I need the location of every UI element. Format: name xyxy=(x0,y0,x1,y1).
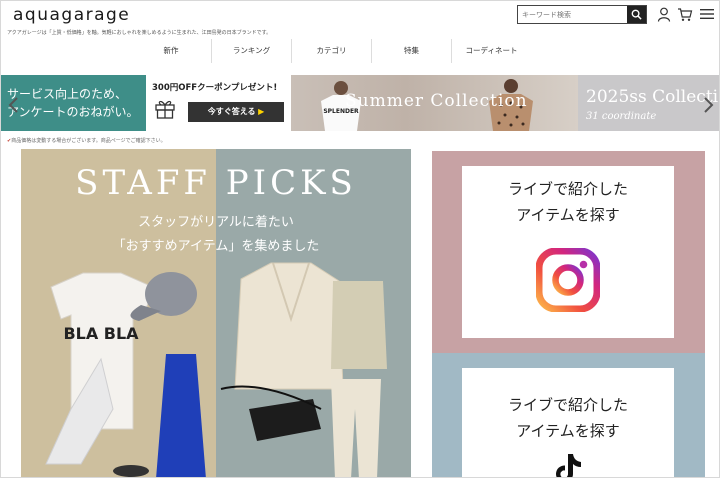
staff-picks-banner[interactable]: STAFF PICKS スタッフがリアルに着たい 「おすすめアイテム」を集めまし… xyxy=(21,149,411,477)
user-icon xyxy=(657,7,671,22)
nav-item-new[interactable]: 新作 xyxy=(131,39,211,63)
staff-picks-items-image: BLA BLA xyxy=(45,262,387,477)
collection-2025ss-banner[interactable]: 2025ss Collecti 31 coordinate xyxy=(578,75,719,131)
collection-subtitle: 31 coordinate xyxy=(586,111,657,122)
collection-title: 2025ss Collecti xyxy=(586,87,719,107)
instagram-live-panel[interactable]: ライブで紹介した アイテムを探す xyxy=(432,151,705,353)
carousel-next-icon[interactable] xyxy=(701,97,715,113)
panel-line-2: アイテムを探す xyxy=(516,206,620,224)
instagram-live-card[interactable]: ライブで紹介した アイテムを探す xyxy=(462,166,674,338)
banner-carousel: サービス向上のため、 アンケートのおねがい。 300円OFFクーポンプレゼント!… xyxy=(1,75,719,131)
answer-now-button[interactable]: 今すぐ答える ▶ xyxy=(188,102,284,122)
search-icon xyxy=(631,9,642,20)
search-input[interactable] xyxy=(518,6,627,23)
coupon-banner[interactable]: 300円OFFクーポンプレゼント! 今すぐ答える ▶ xyxy=(146,75,291,131)
survey-line-2: アンケートのおねがい。 xyxy=(7,105,139,119)
coupon-title: 300円OFFクーポンプレゼント! xyxy=(152,83,278,93)
gift-icon xyxy=(155,100,175,119)
panel-line-1: ライブで紹介した xyxy=(507,180,628,198)
page: aquagarage アクアガレージは「上質・低価格」を軸。気軽におしゃれを楽し… xyxy=(0,0,720,478)
brand-tagline: アクアガレージは「上質・低価格」を軸。気軽におしゃれを楽しめるように生まれた、江… xyxy=(7,30,272,36)
nav-item-feature[interactable]: 特集 xyxy=(371,39,451,63)
cart-button[interactable] xyxy=(677,6,693,22)
answer-now-label: 今すぐ答える xyxy=(207,107,256,116)
tee-print-text: BLA BLA xyxy=(63,324,139,343)
menu-button[interactable] xyxy=(699,6,715,22)
tiktok-live-card[interactable]: ライブで紹介した アイテムを探す xyxy=(462,368,674,477)
survey-banner[interactable]: サービス向上のため、 アンケートのおねがい。 xyxy=(1,75,146,131)
staff-picks-title: STAFF PICKS xyxy=(75,163,357,203)
site-logo[interactable]: aquagarage xyxy=(13,5,130,25)
survey-line-1: サービス向上のため、 xyxy=(7,87,128,101)
summer-collection-banner[interactable]: SPLENDER Summer Collection xyxy=(291,75,578,131)
staff-picks-subtitle-1: スタッフがリアルに着たい xyxy=(138,215,294,230)
search-box xyxy=(517,5,647,24)
hamburger-menu-icon xyxy=(700,9,714,19)
play-arrow-icon: ▶ xyxy=(258,107,265,116)
nav-item-ranking[interactable]: ランキング xyxy=(211,39,291,63)
price-notice: ✔商品価格は変動する場合がございます。商品ページでご確認下さい。 xyxy=(7,137,166,144)
summer-collection-title: Summer Collection xyxy=(345,91,528,111)
staff-picks-subtitle-2: 「おすすめアイテム」を集めました xyxy=(112,239,320,254)
nav-item-category[interactable]: カテゴリ xyxy=(291,39,371,63)
panel-line-1: ライブで紹介した xyxy=(507,396,628,414)
nav-item-coordinate[interactable]: コーディネート xyxy=(451,39,531,63)
search-button[interactable] xyxy=(627,6,646,23)
instagram-icon xyxy=(536,248,600,312)
carousel-prev-icon[interactable] xyxy=(7,97,21,113)
price-notice-text: 商品価格は変動する場合がございます。商品ページでご確認下さい。 xyxy=(11,138,166,144)
panel-line-2: アイテムを探す xyxy=(516,422,620,440)
account-button[interactable] xyxy=(656,6,672,22)
tiktok-icon xyxy=(556,454,581,477)
tiktok-live-panel[interactable]: ライブで紹介した アイテムを探す xyxy=(432,353,705,477)
main-nav: 新作 ランキング カテゴリ 特集 コーディネート xyxy=(131,39,531,63)
cart-icon xyxy=(678,7,693,21)
